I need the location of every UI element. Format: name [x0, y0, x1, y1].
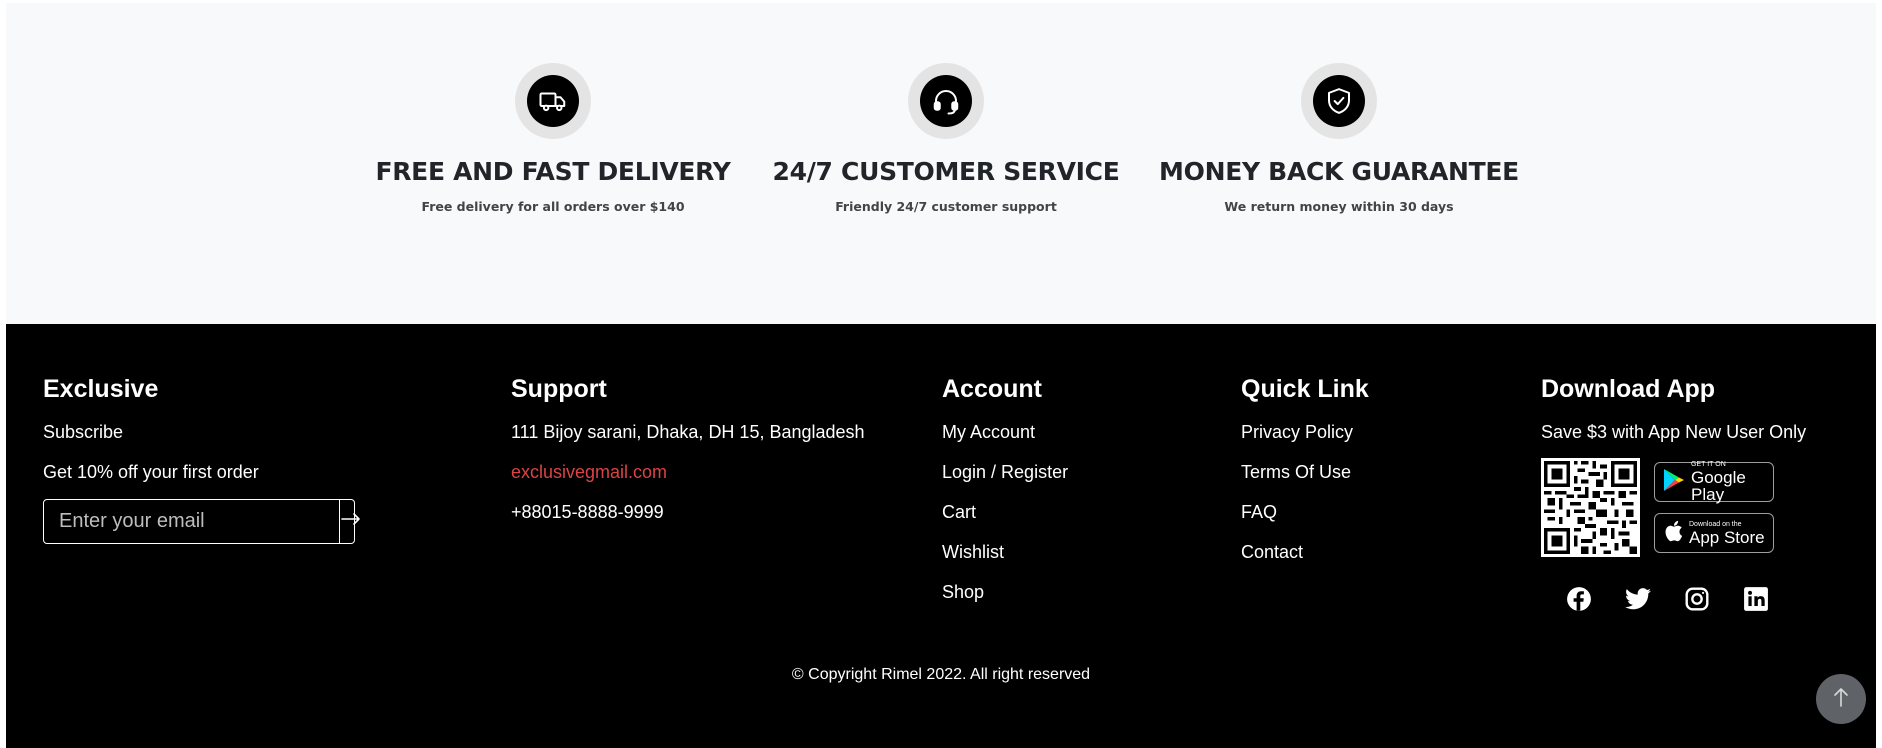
support-address: 111 Bijoy sarani, Dhaka, DH 15, Banglade…	[511, 422, 865, 442]
google-play-badge[interactable]: GET IT ON Google Play	[1654, 461, 1774, 504]
service-icon-ring	[515, 63, 591, 139]
service-icon-ring	[1301, 63, 1377, 139]
shield-check-icon	[1313, 75, 1365, 127]
google-play-icon	[1663, 468, 1685, 497]
account-title: Account	[942, 375, 1042, 403]
service-subtitle: Free delivery for all orders over $140	[421, 199, 685, 214]
delivery-truck-icon	[527, 75, 579, 127]
service-title: FREE AND FAST DELIVERY	[375, 157, 731, 186]
services-section: FREE AND FAST DELIVERY Free delivery for…	[6, 3, 1876, 324]
account-link-cart[interactable]: Cart	[942, 501, 1068, 523]
quick-link-title: Quick Link	[1241, 375, 1369, 403]
account-link-shop[interactable]: Shop	[942, 581, 1068, 603]
twitter-icon[interactable]	[1624, 585, 1652, 613]
service-customer-support: 24/7 CUSTOMER SERVICE Friendly 24/7 cust…	[766, 63, 1126, 214]
subscribe-form	[43, 499, 360, 544]
service-icon-ring	[908, 63, 984, 139]
account-link-my-account[interactable]: My Account	[942, 421, 1068, 443]
subscribe-label: Subscribe	[43, 422, 124, 442]
google-play-text: Google Play	[1691, 468, 1746, 504]
linkedin-icon[interactable]	[1742, 585, 1770, 613]
arrow-up-icon	[1831, 685, 1851, 714]
email-input[interactable]	[44, 500, 339, 543]
qr-code[interactable]	[1541, 458, 1640, 557]
service-title: 24/7 CUSTOMER SERVICE	[772, 157, 1120, 186]
account-link-login-register[interactable]: Login / Register	[942, 461, 1068, 483]
footer-brand-title: Exclusive	[43, 375, 159, 403]
quick-link-faq[interactable]: FAQ	[1241, 501, 1369, 523]
subscribe-offer-text: Get 10% off your first order	[43, 462, 259, 482]
service-title: MONEY BACK GUARANTEE	[1159, 157, 1519, 186]
arrow-right-icon	[340, 512, 362, 531]
store-badges: GET IT ON Google Play Download on the Ap…	[1654, 458, 1774, 557]
instagram-icon[interactable]	[1683, 585, 1711, 613]
quick-link-terms-of-use[interactable]: Terms Of Use	[1241, 461, 1369, 483]
apple-icon	[1663, 519, 1683, 548]
service-money-back: MONEY BACK GUARANTEE We return money wit…	[1159, 63, 1519, 214]
app-store-text: App Store	[1689, 527, 1765, 547]
subscribe-send-button[interactable]	[339, 500, 362, 543]
footer-column-account: Account My Account Login / Register Cart…	[942, 374, 1068, 603]
service-delivery: FREE AND FAST DELIVERY Free delivery for…	[373, 63, 733, 214]
quick-link-contact[interactable]: Contact	[1241, 541, 1369, 563]
quick-link-privacy-policy[interactable]: Privacy Policy	[1241, 421, 1369, 443]
download-app-promo: Save $3 with App New User Only	[1541, 422, 1807, 442]
footer-column-exclusive: Exclusive Subscribe Get 10% off your fir…	[43, 374, 360, 544]
footer: Exclusive Subscribe Get 10% off your fir…	[6, 324, 1876, 748]
account-link-wishlist[interactable]: Wishlist	[942, 541, 1068, 563]
support-email-link[interactable]: exclusivegmail.com	[511, 461, 865, 483]
footer-column-quick-link: Quick Link Privacy Policy Terms Of Use F…	[1241, 374, 1369, 563]
headset-icon	[920, 75, 972, 127]
scroll-to-top-button[interactable]	[1816, 674, 1866, 724]
service-subtitle: Friendly 24/7 customer support	[835, 199, 1057, 214]
page: FREE AND FAST DELIVERY Free delivery for…	[0, 0, 1882, 748]
support-phone: +88015-8888-9999	[511, 502, 664, 522]
service-subtitle: We return money within 30 days	[1224, 199, 1454, 214]
footer-column-support: Support 111 Bijoy sarani, Dhaka, DH 15, …	[511, 374, 865, 523]
copyright-text: © Copyright Rimel 2022. All right reserv…	[791, 666, 1091, 683]
app-store-small-text: Download on the	[1689, 520, 1742, 528]
google-play-small-text: GET IT ON	[1691, 461, 1726, 468]
support-title: Support	[511, 375, 607, 403]
facebook-icon[interactable]	[1565, 585, 1593, 613]
app-download-row: GET IT ON Google Play Download on the Ap…	[1541, 458, 1806, 557]
app-store-badge[interactable]: Download on the App Store	[1654, 513, 1774, 553]
footer-column-download-app: Download App Save $3 with App New User O…	[1541, 374, 1806, 613]
download-app-title: Download App	[1541, 375, 1716, 403]
social-links	[1565, 585, 1806, 613]
